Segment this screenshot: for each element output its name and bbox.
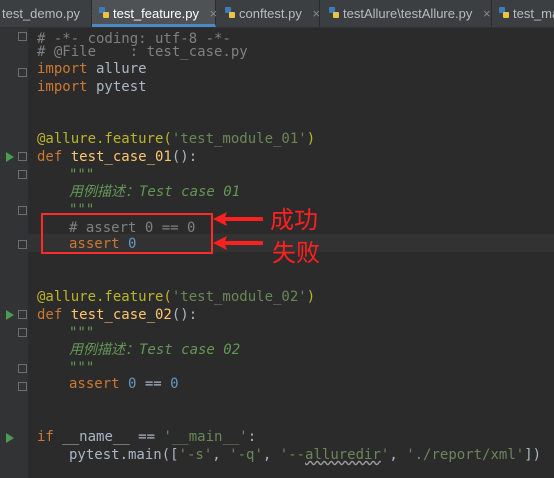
annotation-success: 成功 (270, 206, 318, 234)
tab-test-demo[interactable]: test_demo.py × (0, 0, 98, 27)
code-line: def test_case_02(): (37, 307, 198, 323)
code-line: if __name__ == '__main__': (37, 429, 257, 445)
arrow-left-icon (213, 212, 263, 226)
tab-label: test_demo.py (2, 6, 81, 21)
close-icon[interactable]: × (313, 0, 321, 27)
code-line: 用例描述：Test case 02 (69, 342, 241, 358)
code-line: """ (69, 167, 95, 183)
python-file-icon (99, 7, 109, 18)
code-line: 用例描述：Test case 01 (69, 184, 241, 200)
fold-marker-icon[interactable] (18, 382, 27, 391)
tab-label: test_feature.py (113, 6, 199, 21)
tab-test-feature[interactable]: test_feature.py × (92, 0, 217, 27)
code-line: assert 0 == 0 (69, 376, 179, 392)
code-line: pytest.main(['-s', '-q', '--alluredir', … (69, 447, 542, 463)
run-test-icon[interactable] (6, 310, 14, 320)
fold-marker-icon[interactable] (18, 152, 27, 161)
code-line: import allure (37, 61, 147, 77)
editor-gutter (0, 28, 28, 478)
run-test-icon[interactable] (6, 152, 14, 162)
fold-marker-icon[interactable] (18, 328, 27, 337)
fold-marker-icon[interactable] (18, 32, 27, 41)
close-icon[interactable]: × (483, 0, 491, 27)
fold-marker-icon[interactable] (18, 364, 27, 373)
code-line: def test_case_01(): (37, 149, 198, 165)
fold-marker-icon[interactable] (18, 206, 27, 215)
editor-tab-bar: test_demo.py × test_feature.py × conftes… (0, 0, 554, 28)
run-main-icon[interactable] (6, 433, 14, 443)
fold-marker-icon[interactable] (18, 170, 27, 179)
fold-marker-icon[interactable] (18, 310, 27, 319)
fold-marker-icon[interactable] (18, 240, 27, 249)
tab-label: test_ma (513, 6, 554, 21)
tab-test-ma[interactable]: test_ma (492, 0, 554, 27)
tab-label: testAllure\testAllure.py (343, 6, 473, 21)
code-line: @allure.feature('test_module_01') (37, 131, 316, 147)
python-file-icon (499, 7, 509, 18)
code-line: @allure.feature('test_module_02') (37, 289, 316, 305)
arrow-left-icon (213, 236, 263, 250)
tab-conftest[interactable]: conftest.py × (216, 0, 320, 27)
tab-testallure[interactable]: testAllure\testAllure.py × (320, 0, 492, 27)
highlight-box (41, 213, 213, 254)
python-file-icon (225, 7, 235, 18)
code-line: """ (69, 325, 95, 341)
code-line: import pytest (37, 79, 147, 95)
code-line: # @File : test_case.py (37, 44, 248, 60)
tab-label: conftest.py (239, 6, 302, 21)
python-file-icon (329, 7, 339, 18)
fold-marker-icon[interactable] (18, 68, 27, 77)
annotation-fail: 失败 (272, 239, 320, 267)
